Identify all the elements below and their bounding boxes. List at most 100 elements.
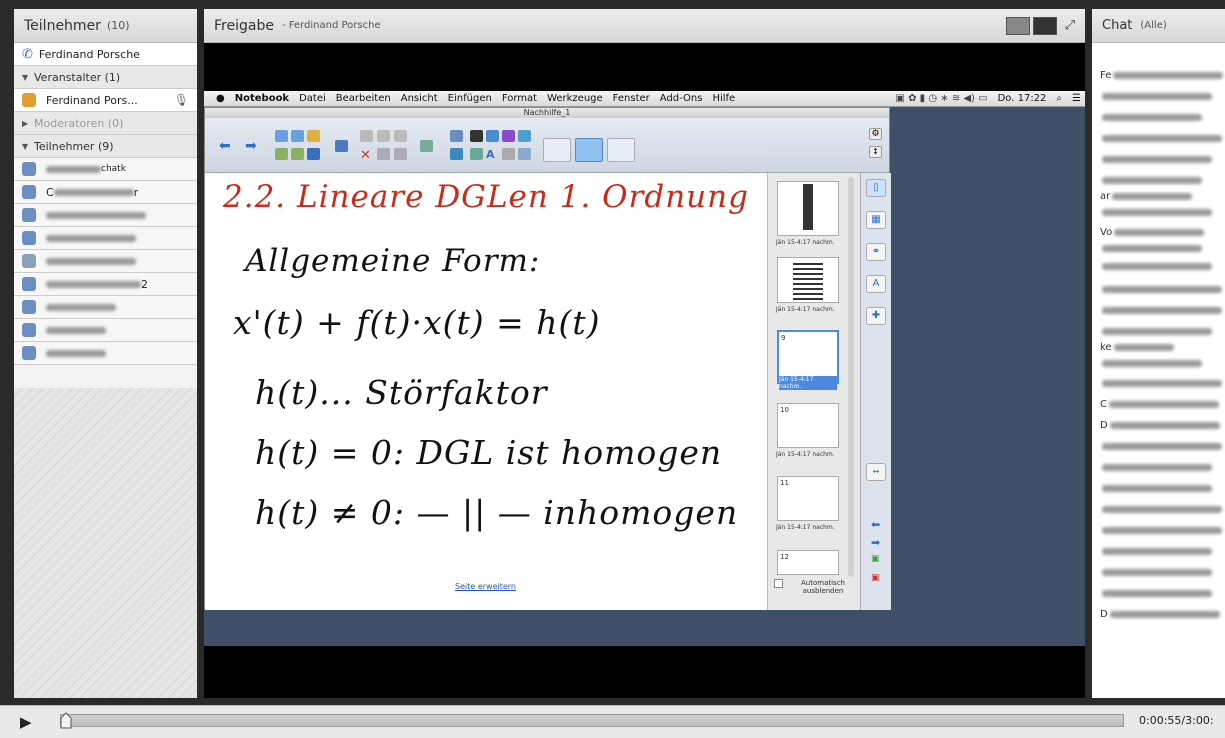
participant-row[interactable]: 2 [14, 273, 197, 296]
forward-arrow-icon[interactable]: ➡ [245, 138, 258, 154]
spotlight-icon[interactable]: ⌕ [1056, 93, 1062, 104]
pen-size-medium[interactable] [575, 138, 603, 162]
chat-title: Chat [1102, 18, 1133, 33]
select-icon[interactable] [450, 130, 463, 142]
expand-page-link[interactable]: Seite erweitern [455, 582, 516, 591]
doc-camera-icon[interactable] [394, 130, 407, 142]
text-tool-icon[interactable]: A [486, 148, 499, 161]
add-page-icon[interactable] [275, 148, 288, 160]
thumbnail-time: Jän 15-4:17 nachm. [776, 524, 835, 531]
participant-row[interactable] [14, 319, 197, 342]
line-tool-icon[interactable] [502, 148, 515, 160]
auto-hide-checkbox[interactable] [774, 579, 783, 588]
host-row[interactable]: Ferdinand Pors... 🎙 [14, 89, 197, 112]
screen-shade-icon[interactable] [377, 148, 390, 160]
pen-size-large[interactable] [607, 138, 635, 162]
participant-row[interactable] [14, 296, 197, 319]
chat-message-fragment: C [1100, 399, 1107, 410]
menu-hilfe[interactable]: Hilfe [712, 93, 735, 104]
add-page-side-icon[interactable]: ▣ [871, 554, 880, 564]
sorter-scrollbar[interactable] [848, 177, 854, 577]
fill-tool-icon[interactable] [518, 130, 531, 142]
whiteboard-canvas[interactable]: 2.2. Lineare DGLen 1. Ordnung Allgemeine… [205, 173, 767, 610]
thumbnail-number: 12 [780, 553, 789, 561]
list-icon[interactable]: ☰ [1072, 93, 1081, 104]
pen-size-small[interactable] [543, 138, 571, 162]
chat-message-blurred [1102, 590, 1212, 597]
menu-einfuegen[interactable]: Einfügen [448, 93, 492, 104]
playback-time: 0:00:55/3:00: [1139, 714, 1214, 727]
math-icon[interactable] [450, 148, 463, 160]
menu-bearbeiten[interactable]: Bearbeiten [336, 93, 391, 104]
fullscreen-layout-icon[interactable] [1032, 16, 1057, 35]
paste-icon[interactable] [360, 130, 373, 142]
page-thumbnail[interactable] [777, 181, 839, 236]
layout-toggle-icon[interactable] [1005, 16, 1030, 35]
playback-track[interactable] [60, 714, 1124, 727]
playhead-handle[interactable] [60, 712, 72, 729]
pointer-icon[interactable] [420, 140, 433, 152]
arrow-tool-icon[interactable] [470, 130, 483, 142]
moderators-section[interactable]: ▶ Moderatoren (0) [14, 112, 197, 135]
participant-row[interactable]: chatk [14, 158, 197, 181]
pen-tool-icon[interactable] [486, 130, 499, 142]
move-sidebar-icon[interactable]: ↔ [866, 463, 886, 481]
fullscreen-icon[interactable]: ⤢ [1065, 18, 1075, 33]
settings-gear-icon[interactable]: ⚙ [869, 128, 882, 140]
play-icon[interactable]: ▶ [20, 713, 32, 731]
undo-icon[interactable] [275, 130, 288, 142]
menu-werkzeuge[interactable]: Werkzeuge [547, 93, 603, 104]
page-thumbnail[interactable]: 11 [777, 476, 839, 521]
expand-triangle-icon: ▼ [22, 141, 29, 151]
auto-hide-option[interactable]: Automatisch ausblenden [774, 579, 859, 595]
addons-tab-icon[interactable]: ✚ [866, 307, 886, 325]
menu-fenster[interactable]: Fenster [613, 93, 650, 104]
eraser-tool-icon[interactable] [502, 130, 515, 142]
participant-row[interactable]: Cr [14, 181, 197, 204]
table-icon[interactable] [394, 148, 407, 160]
expand-triangle-icon: ▼ [22, 72, 29, 82]
page-thumbnail[interactable]: 10 [777, 403, 839, 448]
phone-host-row[interactable]: ✆ Ferdinand Porsche [14, 43, 197, 66]
page-thumbnail[interactable] [777, 257, 839, 303]
properties-tab-icon[interactable]: A [866, 275, 886, 293]
delete-icon[interactable]: ✕ [360, 148, 373, 163]
menu-ansicht[interactable]: Ansicht [401, 93, 438, 104]
participant-row[interactable] [14, 342, 197, 365]
board-line-2: x'(t) + f(t)·x(t) = h(t) [233, 303, 601, 342]
participant-row[interactable] [14, 204, 197, 227]
redo-icon[interactable] [291, 130, 304, 142]
menu-datei[interactable]: Datei [299, 93, 326, 104]
toolbar-move-icon[interactable]: ↕ [869, 146, 882, 158]
delete-page-icon[interactable] [291, 148, 304, 160]
participants-section[interactable]: ▼ Teilnehmer (9) [14, 135, 197, 158]
share-header: Freigabe - Ferdinand Porsche ⤢ [204, 9, 1085, 43]
prev-page-icon[interactable]: ⬅ [871, 518, 880, 531]
screen-icon[interactable] [335, 140, 348, 152]
attachments-tab-icon[interactable]: ⚭ [866, 243, 886, 261]
chat-message [1100, 541, 1225, 562]
participant-row[interactable] [14, 227, 197, 250]
chat-message [1100, 583, 1225, 604]
next-page-icon[interactable]: ➡ [871, 536, 880, 549]
page-thumbnail[interactable]: 12 [777, 550, 839, 575]
magic-pen-icon[interactable] [518, 148, 531, 160]
chat-message [1100, 562, 1225, 583]
save-icon[interactable] [307, 148, 320, 160]
menu-app[interactable]: Notebook [235, 93, 289, 104]
screenshot-icon[interactable] [377, 130, 390, 142]
hosts-section[interactable]: ▼ Veranstalter (1) [14, 66, 197, 89]
creative-pen-icon[interactable] [470, 148, 483, 160]
menu-addons[interactable]: Add-Ons [660, 93, 703, 104]
page-sorter-tab-icon[interactable]: ▯ [866, 179, 886, 197]
chat-filter[interactable]: (Alle) [1140, 20, 1166, 31]
open-folder-icon[interactable] [307, 130, 320, 142]
chat-message [1100, 499, 1225, 520]
delete-page-side-icon[interactable]: ▣ [871, 573, 880, 583]
chat-pane: Chat (Alle) Fe ar Vo ke C D D [1092, 9, 1225, 698]
menu-format[interactable]: Format [502, 93, 537, 104]
participant-row[interactable] [14, 250, 197, 273]
back-arrow-icon[interactable]: ⬅ [219, 138, 232, 154]
gallery-tab-icon[interactable]: ▦ [866, 211, 886, 229]
page-sorter: Jän 15-4:17 nachm. Jän 15-4:17 nachm. 9 … [767, 173, 860, 610]
